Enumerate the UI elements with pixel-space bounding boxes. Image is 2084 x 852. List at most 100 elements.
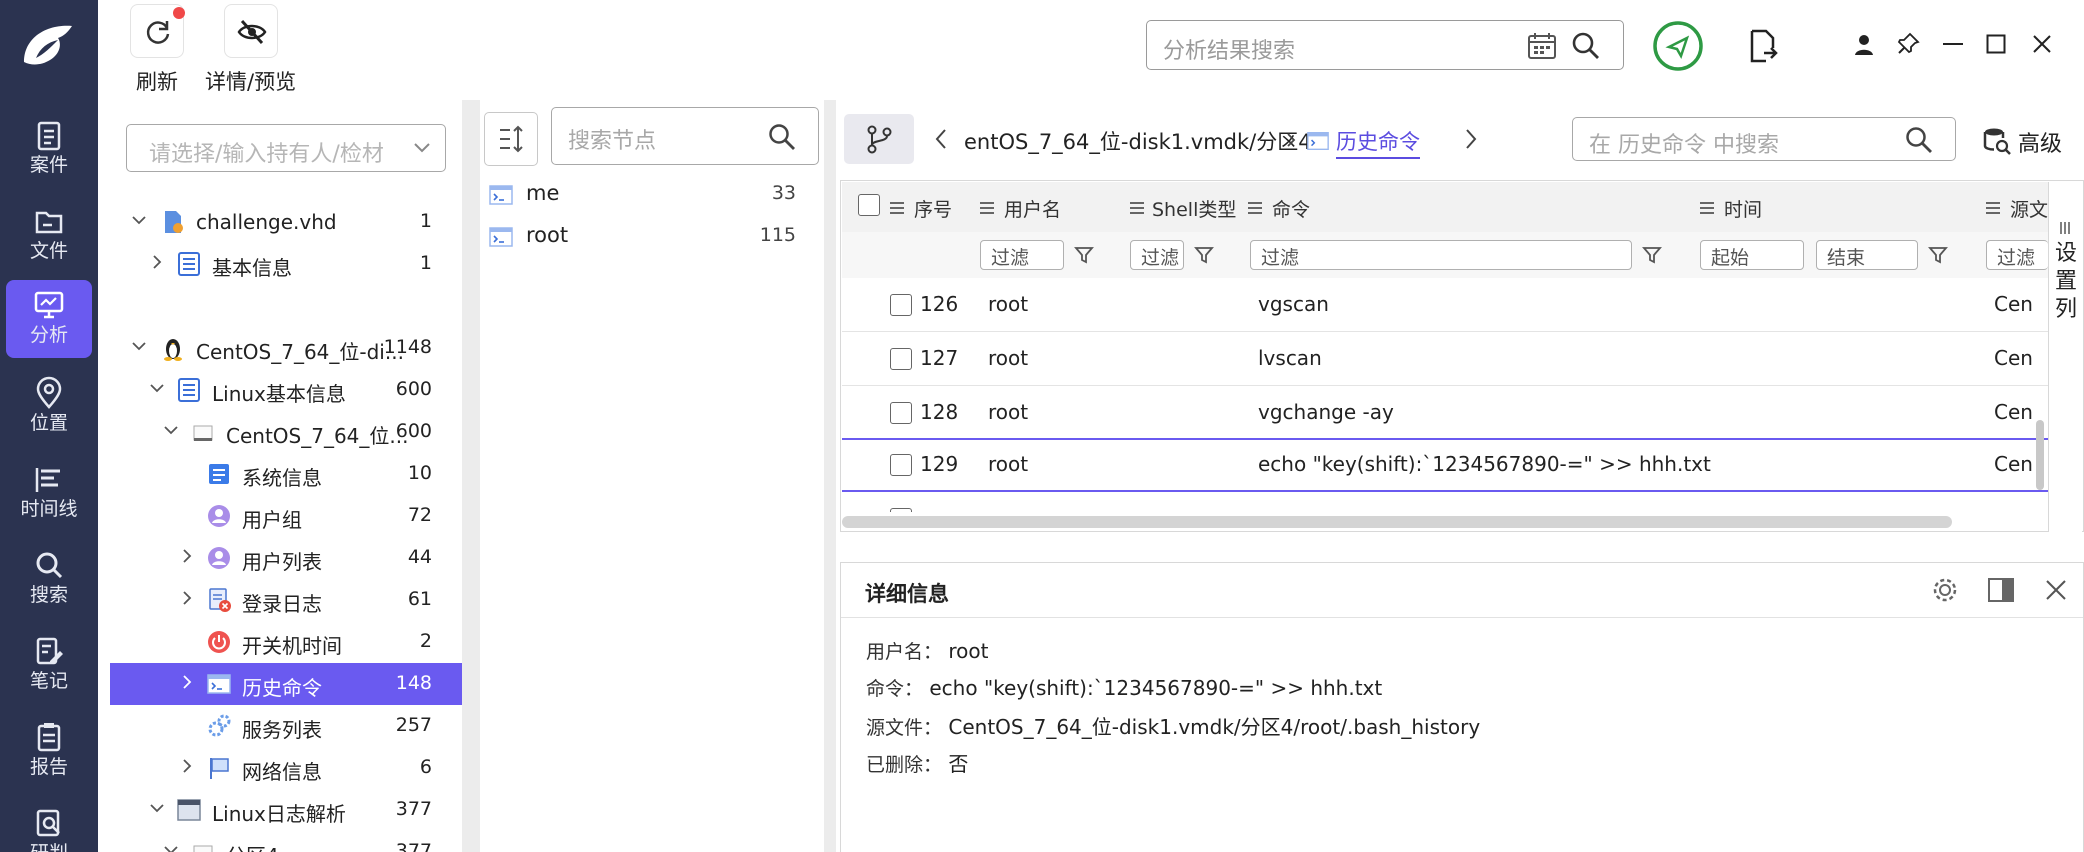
filter-shell-input[interactable]: 过滤	[1130, 240, 1184, 270]
row-checkbox[interactable]	[890, 348, 912, 370]
tree-node-login-log[interactable]: 登录日志 61	[110, 579, 462, 621]
search-icon[interactable]	[768, 123, 796, 151]
rail-item-search[interactable]: 搜索	[6, 540, 92, 618]
filter-user-input[interactable]: 过滤	[980, 240, 1064, 270]
chevron-right-icon[interactable]	[1464, 128, 1478, 150]
rail-item-case[interactable]: 案件	[6, 110, 92, 188]
chevron-down-icon[interactable]	[150, 381, 164, 395]
breadcrumb-current[interactable]: 历史命令	[1336, 126, 1420, 159]
rail-item-report[interactable]: 报告	[6, 712, 92, 790]
row-checkbox[interactable]	[890, 294, 912, 316]
tree-node-service-list[interactable]: 服务列表 257	[110, 705, 462, 747]
rail-item-location[interactable]: 位置	[6, 368, 92, 446]
export-icon[interactable]	[1748, 28, 1778, 64]
node-search-input[interactable]: 搜索节点	[551, 107, 819, 165]
tree-node-history-commands[interactable]: 历史命令 148	[110, 663, 462, 705]
row-checkbox-partial[interactable]	[890, 508, 912, 512]
filter-funnel-icon[interactable]	[1074, 245, 1094, 265]
search-icon[interactable]	[1571, 31, 1601, 61]
column-header-shell[interactable]: Shell类型	[1152, 195, 1236, 222]
horizontal-scrollbar[interactable]	[842, 516, 1952, 528]
branch-view-button[interactable]	[844, 114, 914, 164]
column-menu-icon[interactable]	[1986, 202, 2000, 214]
column-header-seq[interactable]: 序号	[914, 195, 952, 222]
column-menu-icon[interactable]	[1130, 202, 1144, 214]
chevron-down-icon[interactable]	[164, 843, 178, 852]
chevron-down-icon[interactable]	[132, 339, 146, 353]
tree-node-user-groups[interactable]: 用户组 72	[110, 495, 462, 537]
node-item-root[interactable]: root 115	[486, 214, 802, 256]
sort-button[interactable]	[484, 112, 538, 166]
chevron-right-icon[interactable]	[150, 255, 164, 269]
analysis-search-input[interactable]: 分析结果搜索	[1146, 20, 1624, 70]
pin-icon[interactable]	[1896, 32, 1920, 56]
column-settings-tab[interactable]: 设置列	[2048, 182, 2082, 532]
tree-node-centos-disk[interactable]: CentOS_7_64_位-di... 1148	[110, 327, 462, 369]
panel-separator[interactable]	[824, 100, 836, 852]
select-all-checkbox[interactable]	[858, 194, 880, 216]
table-row[interactable]: 127 root lvscan Cen	[842, 332, 2048, 386]
filter-funnel-icon[interactable]	[1642, 245, 1662, 265]
filter-command-input[interactable]: 过滤	[1250, 240, 1632, 270]
tree-node-linux-basic[interactable]: Linux基本信息 600	[110, 369, 462, 411]
rail-item-judge[interactable]: 研判	[6, 798, 92, 852]
column-header-source[interactable]: 源文件	[2010, 195, 2048, 222]
tree-node-user-list[interactable]: 用户列表 44	[110, 537, 462, 579]
close-icon[interactable]	[2045, 579, 2067, 601]
vertical-scrollbar[interactable]	[2036, 420, 2044, 490]
close-icon[interactable]	[2032, 34, 2052, 54]
table-row-selected[interactable]: 129 root echo "key(shift):`1234567890-="…	[842, 438, 2048, 492]
split-panel-icon[interactable]	[1987, 577, 2015, 603]
history-search-input[interactable]: 在 历史命令 中搜索	[1572, 117, 1956, 161]
row-checkbox[interactable]	[890, 402, 912, 424]
rail-item-notes[interactable]: 笔记	[6, 626, 92, 704]
rail-item-analysis[interactable]: 分析	[6, 280, 92, 358]
chevron-left-icon[interactable]	[934, 128, 948, 150]
chevron-right-icon[interactable]	[180, 675, 194, 689]
column-header-user[interactable]: 用户名	[1004, 195, 1061, 222]
status-ok-icon[interactable]	[1652, 20, 1704, 72]
tree-node-power-time[interactable]: 开关机时间 2	[110, 621, 462, 663]
tree-node-network-info[interactable]: 网络信息 6	[110, 747, 462, 789]
refresh-button[interactable]	[130, 4, 185, 58]
chevron-right-icon[interactable]	[180, 549, 194, 563]
filter-time-end-input[interactable]: 结束	[1816, 240, 1918, 270]
column-header-time[interactable]: 时间	[1724, 195, 1762, 222]
tree-node-partition4[interactable]: 分区4 377	[110, 831, 462, 852]
rail-item-timeline[interactable]: 时间线	[6, 454, 92, 532]
tree-node-linux-log-parse[interactable]: Linux日志解析 377	[110, 789, 462, 831]
maximize-icon[interactable]	[1986, 34, 2006, 54]
filter-source-input[interactable]: 过滤	[1986, 240, 2048, 270]
table-row[interactable]: 128 root vgchange -ay Cen	[842, 386, 2048, 440]
gear-icon[interactable]	[1931, 576, 1959, 604]
calendar-icon[interactable]	[1527, 32, 1557, 60]
advanced-search-button[interactable]: 高级	[1980, 122, 2076, 158]
chevron-right-icon[interactable]	[180, 591, 194, 605]
rail-item-files[interactable]: 文件	[6, 196, 92, 274]
minimize-icon[interactable]	[1942, 42, 1964, 46]
detail-field-value[interactable]: CentOS_7_64_位-disk1.vmdk/分区4/root/.bash_…	[948, 715, 1480, 739]
owner-select[interactable]: 请选择/输入持有人/检材	[126, 124, 446, 172]
column-menu-icon[interactable]	[980, 202, 994, 214]
tree-node-basic-info[interactable]: 基本信息 1	[110, 243, 462, 285]
chevron-right-icon[interactable]	[180, 759, 194, 773]
filter-funnel-icon[interactable]	[1194, 245, 1214, 265]
tree-node-system-info[interactable]: 系统信息 10	[110, 453, 462, 495]
tree-node-centos-partition[interactable]: CentOS_7_64_位... 600	[110, 411, 462, 453]
breadcrumb-path[interactable]: entOS_7_64_位-disk1.vmdk/分区4	[964, 126, 1312, 156]
search-icon[interactable]	[1905, 126, 1933, 154]
column-menu-icon[interactable]	[1700, 202, 1714, 214]
chevron-down-icon[interactable]	[132, 213, 146, 227]
column-header-command[interactable]: 命令	[1272, 195, 1310, 222]
filter-funnel-icon[interactable]	[1928, 245, 1948, 265]
node-item-me[interactable]: me 33	[486, 172, 802, 214]
column-menu-icon[interactable]	[890, 202, 904, 214]
table-row[interactable]: 126 root vgscan Cen	[842, 278, 2048, 332]
filter-time-start-input[interactable]: 起始	[1700, 240, 1804, 270]
tree-node-challenge-vhd[interactable]: challenge.vhd 1	[110, 201, 462, 243]
chevron-down-icon[interactable]	[150, 801, 164, 815]
preview-toggle-button[interactable]	[224, 4, 278, 58]
chevron-down-icon[interactable]	[164, 423, 178, 437]
column-menu-icon[interactable]	[1248, 202, 1262, 214]
row-checkbox[interactable]	[890, 454, 912, 476]
